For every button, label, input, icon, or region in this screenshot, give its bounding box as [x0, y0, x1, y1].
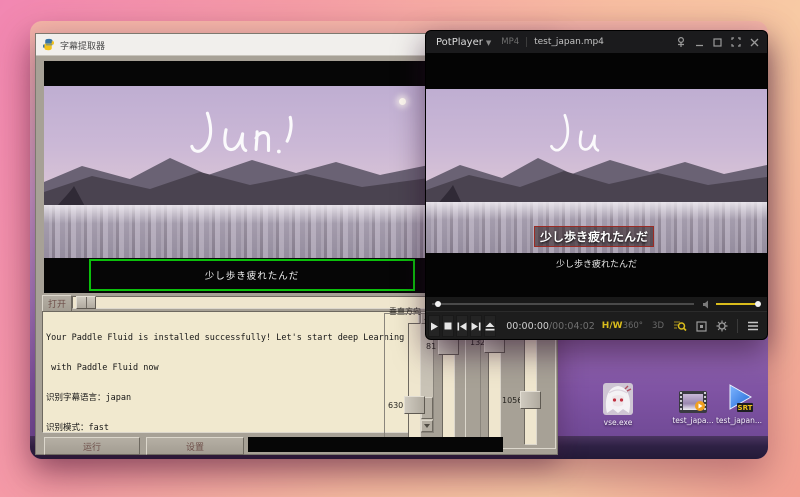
preview-subtitle-text: 少し歩き疲れたんだ — [205, 268, 300, 282]
video-3d-button[interactable]: 3D — [652, 321, 664, 331]
v-slider-4-handle[interactable] — [520, 391, 541, 409]
moon — [399, 98, 406, 105]
stop-button[interactable] — [442, 315, 454, 337]
next-button[interactable] — [470, 315, 482, 337]
desktop-icon-video-file[interactable]: test_japa... — [670, 391, 716, 425]
open-button-label: 打开 — [48, 297, 66, 310]
pin-icon[interactable] — [676, 37, 686, 48]
video-file-icon — [679, 391, 707, 413]
capture-frame-icon[interactable] — [696, 321, 707, 332]
play-icon — [430, 322, 439, 331]
hw-decoder-badge[interactable]: H/W — [602, 321, 623, 331]
potplayer-window: PotPlayer ▼ MP4 test_japan.mp4 — [425, 30, 768, 340]
control-divider — [737, 319, 738, 333]
video-preview-canvas[interactable]: 少し歩き疲れたんだ — [44, 61, 429, 293]
srt-subtitle-file-icon: SRT — [724, 383, 754, 413]
desktop-icon-label: test_japa... — [672, 416, 713, 425]
subtitle-area-selection-box[interactable]: 少し歩き疲れたんだ — [89, 259, 415, 291]
frame-position-slider-handle[interactable] — [76, 296, 96, 309]
fullscreen-icon[interactable] — [731, 37, 741, 47]
video-360-button[interactable]: 360° — [623, 321, 643, 331]
seek-bar[interactable] — [432, 303, 694, 305]
handwriting-overlay-ju — [538, 111, 602, 167]
open-media-button[interactable] — [484, 315, 496, 337]
play-button[interactable] — [428, 315, 440, 337]
time-display: 00:00:00 / 00:04:02 H/W — [506, 321, 622, 332]
progress-bar — [248, 437, 503, 452]
potplayer-titlebar[interactable]: PotPlayer ▼ MP4 test_japan.mp4 — [426, 31, 767, 53]
settings-button-label: 设置 — [186, 440, 204, 453]
seek-position-dot[interactable] — [435, 301, 441, 307]
v-slider-1[interactable] — [408, 323, 421, 445]
extractor-window-title: 字幕提取器 — [60, 39, 105, 52]
volume-bar[interactable] — [716, 303, 758, 305]
video-frame-image — [44, 86, 429, 258]
time-current: 00:00:00 — [506, 321, 549, 332]
time-total: 00:04:02 — [552, 321, 595, 332]
seek-row — [426, 297, 767, 311]
minimize-icon[interactable] — [695, 38, 704, 47]
handwriting-overlay-jun — [172, 108, 307, 166]
player-subtitle: 少し歩き疲れたんだ — [426, 257, 767, 270]
v-slider-1-handle[interactable] — [404, 396, 425, 414]
desktop-icon-vse-exe[interactable]: vse.exe — [595, 383, 641, 427]
python-icon — [42, 38, 55, 51]
close-icon[interactable] — [750, 38, 759, 47]
console-line: 识别字幕语言：japan — [46, 393, 415, 403]
previous-button[interactable] — [456, 315, 468, 337]
run-button-label: 运行 — [83, 440, 101, 453]
subtitle-search-icon[interactable] — [673, 320, 687, 332]
speaker-icon[interactable] — [702, 300, 712, 309]
file-name: test_japan.mp4 — [534, 37, 604, 47]
next-icon — [471, 322, 481, 331]
gear-icon[interactable] — [716, 320, 728, 332]
control-bar: 00:00:00 / 00:04:02 H/W 360° 3D — [426, 311, 767, 340]
previous-icon — [457, 322, 467, 331]
console-line: Your Paddle Fluid is installed successfu… — [46, 333, 415, 343]
v-slider-4[interactable] — [524, 323, 537, 445]
screenshot-stage: vse.exe test_japa... — [0, 0, 800, 497]
console-line: 识别模式：fast — [46, 423, 415, 433]
maximize-icon[interactable] — [713, 38, 722, 47]
format-badge: MP4 — [501, 37, 519, 47]
volume-dot[interactable] — [755, 301, 761, 307]
v-slider-1-value: 630 — [388, 401, 403, 410]
potplayer-menu[interactable]: PotPlayer — [436, 37, 483, 48]
eject-icon — [485, 322, 495, 331]
chevron-down-icon: ▼ — [486, 39, 491, 47]
titlebar-divider — [526, 37, 527, 47]
anime-girl-app-icon — [603, 383, 633, 415]
desktop-icon-label: vse.exe — [604, 418, 633, 427]
burned-in-subtitle: 少し歩き疲れたんだ — [534, 226, 654, 247]
run-button[interactable]: 运行 — [44, 437, 140, 455]
v-slider-2-value: 81 — [426, 342, 436, 351]
srt-badge-text: SRT — [738, 404, 753, 412]
open-button[interactable]: 打开 — [42, 295, 72, 312]
settings-button[interactable]: 设置 — [146, 437, 244, 455]
menu-icon[interactable] — [747, 321, 759, 331]
potplayer-video-area[interactable]: 少し歩き疲れたんだ 少し歩き疲れたんだ — [426, 53, 767, 297]
console-line: with Paddle Fluid now — [46, 363, 415, 373]
city-skyline — [44, 205, 429, 258]
stop-icon — [444, 322, 452, 330]
console-log: Your Paddle Fluid is installed successfu… — [42, 311, 419, 433]
desktop-icon-label: test_japan... — [716, 416, 762, 425]
desktop-icon-srt-file[interactable]: SRT test_japan... — [716, 383, 762, 425]
